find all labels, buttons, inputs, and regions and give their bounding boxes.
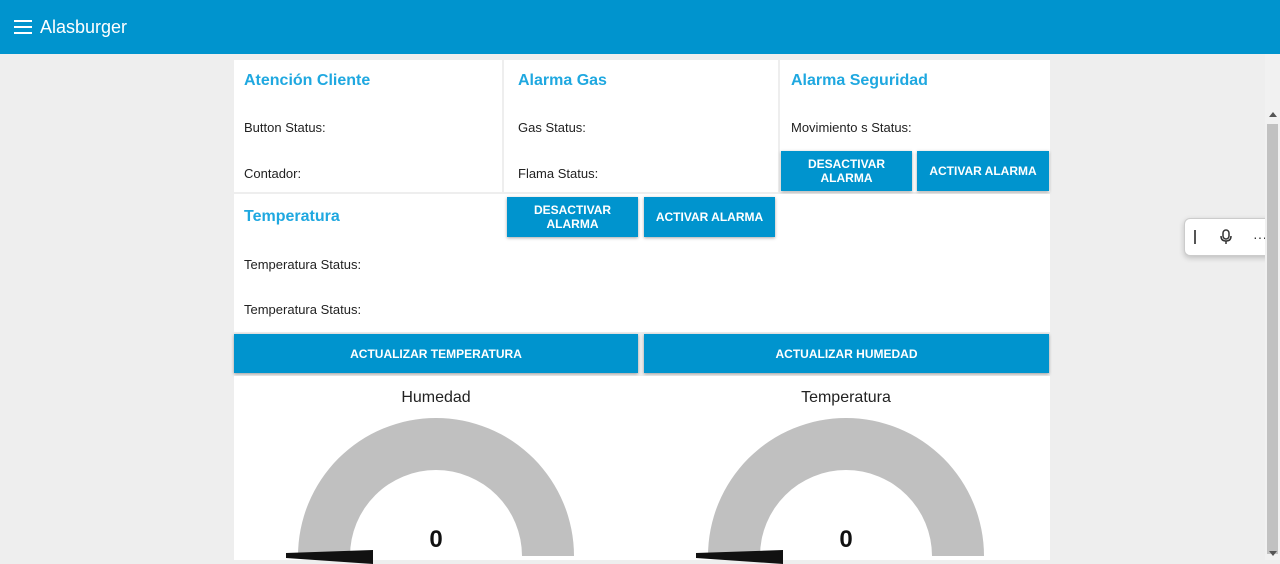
- atencion-cliente-card: Atención Cliente Button Status: Contador…: [234, 60, 502, 192]
- alarma-gas-title: Alarma Gas: [518, 72, 607, 89]
- seguridad-activate-button[interactable]: ACTIVAR ALARMA: [917, 151, 1049, 191]
- scroll-thumb[interactable]: [1267, 124, 1278, 554]
- movimiento-status-label: Movimiento s Status:: [791, 120, 912, 135]
- contador-label: Contador:: [244, 166, 302, 181]
- alarma-gas-card: Alarma Gas Gas Status: Flama Status:: [504, 60, 778, 192]
- humedad-gauge-value: 0: [429, 526, 443, 553]
- temperatura-card: Temperatura Temperatura Status: Temperat…: [234, 194, 1050, 332]
- temperatura-gauge-value: 0: [839, 526, 853, 553]
- gas-deactivate-button[interactable]: DESACTIVAR ALARMA: [507, 197, 638, 237]
- temperatura-status-label-1: Temperatura Status:: [244, 257, 362, 272]
- flama-status-label: Flama Status:: [518, 166, 599, 181]
- temperatura-gauge-title: Temperatura: [801, 389, 891, 406]
- gas-status-label: Gas Status:: [518, 120, 586, 135]
- update-humidity-button[interactable]: ACTUALIZAR HUMEDAD: [644, 334, 1049, 373]
- alarma-seguridad-title: Alarma Seguridad: [791, 72, 928, 89]
- temperatura-title: Temperatura: [244, 208, 340, 225]
- drag-handle-icon[interactable]: [1185, 227, 1205, 247]
- microphone-icon[interactable]: [1216, 227, 1236, 247]
- atencion-cliente-title: Atención Cliente: [244, 72, 371, 89]
- gauges-card: Humedad 0 Temperatura 0: [234, 376, 1050, 564]
- humedad-gauge-title: Humedad: [401, 389, 471, 406]
- app-title: Alasburger: [40, 17, 128, 37]
- button-status-label: Button Status:: [244, 120, 326, 135]
- scroll-down-icon[interactable]: [1269, 551, 1277, 556]
- scrollbar[interactable]: [1265, 54, 1280, 560]
- scroll-up-icon[interactable]: [1269, 112, 1277, 117]
- update-temperature-button[interactable]: ACTUALIZAR TEMPERATURA: [234, 334, 638, 373]
- temperatura-status-label-2: Temperatura Status:: [244, 302, 362, 317]
- gas-activate-button[interactable]: ACTIVAR ALARMA: [644, 197, 775, 237]
- top-app-bar: Alasburger: [0, 0, 1280, 54]
- hamburger-menu-icon[interactable]: [14, 20, 32, 34]
- seguridad-deactivate-button[interactable]: DESACTIVAR ALARMA: [781, 151, 912, 191]
